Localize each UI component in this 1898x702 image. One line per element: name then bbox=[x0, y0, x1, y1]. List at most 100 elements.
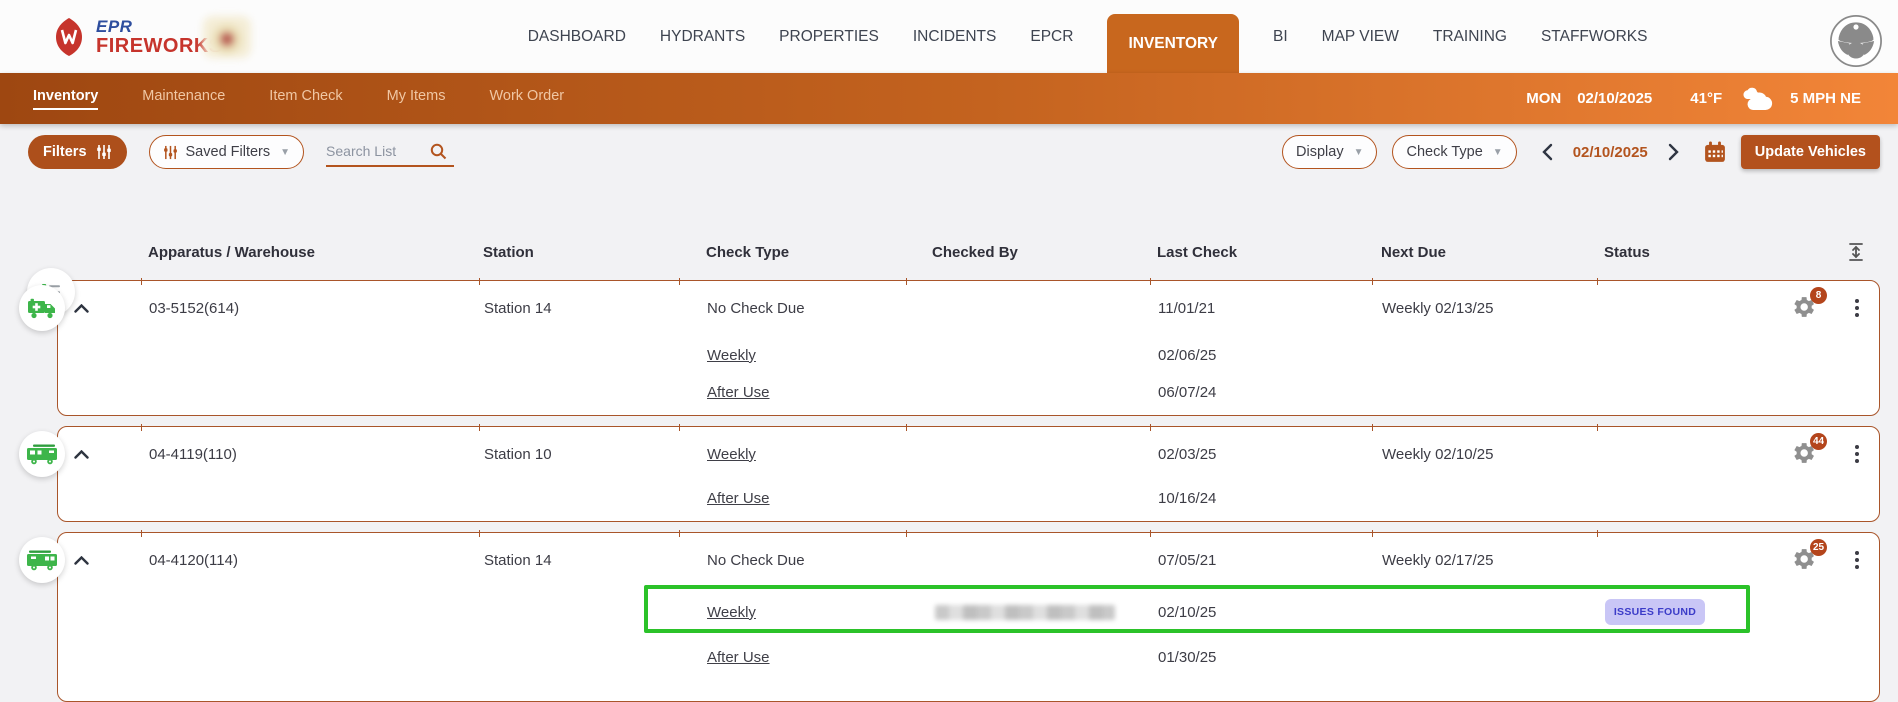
header-apparatus: Apparatus / Warehouse bbox=[140, 244, 478, 261]
update-vehicles-button[interactable]: Update Vehicles bbox=[1741, 135, 1880, 169]
list-toolbar: Filters Saved Filters ▼ Display ▼ Check … bbox=[0, 124, 1898, 180]
issue-count-badge: 44 bbox=[1810, 433, 1827, 450]
check-type-dropdown[interactable]: Check Type ▼ bbox=[1392, 135, 1516, 169]
apparatus-table: Apparatus / Warehouse Station Check Type… bbox=[0, 224, 1898, 702]
row-menu-button[interactable] bbox=[1832, 441, 1881, 467]
table-row: 03-5152(614) Station 14 No Check Due 11/… bbox=[58, 281, 1879, 335]
search-input[interactable] bbox=[326, 143, 430, 159]
subnav-item-check[interactable]: Item Check bbox=[269, 88, 342, 110]
nav-incidents[interactable]: INCIDENTS bbox=[913, 28, 997, 46]
last-check-value: 06/07/24 bbox=[1150, 384, 1372, 401]
weather-wind: 5 MPH NE bbox=[1790, 90, 1861, 107]
checked-by-redacted bbox=[935, 605, 1115, 620]
next-due-value: Weekly 02/10/25 bbox=[1372, 446, 1597, 463]
ambulance-icon bbox=[19, 285, 65, 331]
apparatus-card-2: 04-4119(110) Station 10 Weekly 02/03/25 … bbox=[57, 426, 1880, 522]
last-check-value: 01/30/25 bbox=[1150, 649, 1372, 666]
header-last-check: Last Check bbox=[1149, 244, 1371, 261]
issues-found-badge[interactable]: ISSUES FOUND bbox=[1605, 599, 1705, 625]
calendar-icon[interactable] bbox=[1704, 141, 1726, 163]
sliders-icon bbox=[96, 144, 112, 160]
weather-strip: MON 02/10/2025 41°F 5 MPH NE bbox=[1526, 87, 1861, 111]
firefighter-avatar-icon[interactable] bbox=[1828, 13, 1884, 69]
next-due-value: Weekly 02/17/25 bbox=[1372, 552, 1597, 569]
cloud-icon bbox=[1738, 87, 1774, 111]
table-row: 04-4119(110) Station 10 Weekly 02/03/25 … bbox=[58, 427, 1879, 481]
gear-icon[interactable]: 44 bbox=[1789, 439, 1819, 469]
header-next-due: Next Due bbox=[1371, 244, 1596, 261]
app-logo[interactable]: EPR FIREWORKS bbox=[52, 17, 223, 57]
table-subrow-highlighted: Weekly 02/10/25 ISSUES FOUND bbox=[58, 587, 1879, 637]
check-type-label: Check Type bbox=[1406, 144, 1482, 160]
nav-inventory-active[interactable]: INVENTORY bbox=[1107, 14, 1239, 73]
station-name: Station 10 bbox=[479, 446, 679, 463]
check-type-link[interactable]: Weekly bbox=[707, 446, 756, 463]
station-name: Station 14 bbox=[479, 300, 679, 317]
station-name: Station 14 bbox=[479, 552, 679, 569]
check-type-value: No Check Due bbox=[679, 300, 906, 317]
nav-bi[interactable]: BI bbox=[1273, 28, 1288, 46]
weather-date: 02/10/2025 bbox=[1577, 90, 1652, 107]
issue-count-badge: 25 bbox=[1810, 539, 1827, 556]
filters-button-label: Filters bbox=[43, 144, 87, 160]
filters-button[interactable]: Filters bbox=[28, 135, 127, 169]
header-check-type: Check Type bbox=[678, 244, 905, 261]
apparatus-name[interactable]: 04-4119(110) bbox=[141, 446, 479, 463]
apparatus-name[interactable]: 04-4120(114) bbox=[141, 552, 479, 569]
display-label: Display bbox=[1296, 144, 1344, 160]
table-row: 04-4120(114) Station 14 No Check Due 07/… bbox=[58, 533, 1879, 587]
last-check-value: 02/10/25 bbox=[1150, 604, 1372, 621]
inventory-sub-nav: Inventory Maintenance Item Check My Item… bbox=[0, 73, 1898, 124]
check-type-link[interactable]: Weekly bbox=[707, 347, 756, 364]
search-list-box bbox=[326, 137, 454, 167]
nav-training[interactable]: TRAINING bbox=[1433, 28, 1507, 46]
chevron-down-icon: ▼ bbox=[280, 147, 290, 158]
nav-properties[interactable]: PROPERTIES bbox=[779, 28, 879, 46]
row-menu-button[interactable] bbox=[1832, 295, 1881, 321]
apparatus-card-1: 03-5152(614) Station 14 No Check Due 11/… bbox=[57, 280, 1880, 416]
nav-hydrants[interactable]: HYDRANTS bbox=[660, 28, 745, 46]
table-header-row: Apparatus / Warehouse Station Check Type… bbox=[57, 224, 1880, 280]
nav-epcr[interactable]: EPCR bbox=[1030, 28, 1073, 46]
subnav-inventory[interactable]: Inventory bbox=[33, 88, 98, 110]
table-subrow: After Use 06/07/24 bbox=[58, 375, 1879, 415]
collapse-caret[interactable] bbox=[58, 450, 141, 459]
last-check-value: 10/16/24 bbox=[1150, 490, 1372, 507]
fire-truck-icon bbox=[19, 537, 65, 583]
gear-icon[interactable]: 8 bbox=[1789, 293, 1819, 323]
gear-icon[interactable]: 25 bbox=[1789, 545, 1819, 575]
header-checked-by: Checked By bbox=[905, 244, 1149, 261]
previous-day-chevron[interactable] bbox=[1542, 143, 1553, 161]
expand-rows-icon[interactable] bbox=[1831, 242, 1880, 262]
selected-date[interactable]: 02/10/2025 bbox=[1573, 144, 1648, 161]
check-type-link[interactable]: After Use bbox=[707, 649, 770, 666]
subnav-work-order[interactable]: Work Order bbox=[489, 88, 564, 110]
subnav-maintenance[interactable]: Maintenance bbox=[142, 88, 225, 110]
top-bar: EPR FIREWORKS DASHBOARD HYDRANTS PROPERT… bbox=[0, 0, 1898, 73]
nav-dashboard[interactable]: DASHBOARD bbox=[528, 28, 626, 46]
display-dropdown[interactable]: Display ▼ bbox=[1282, 135, 1377, 169]
apparatus-card-3: 04-4120(114) Station 14 No Check Due 07/… bbox=[57, 532, 1880, 702]
next-day-chevron[interactable] bbox=[1668, 143, 1679, 161]
chevron-down-icon: ▼ bbox=[1354, 147, 1364, 158]
nav-map-view[interactable]: MAP VIEW bbox=[1322, 28, 1399, 46]
saved-filters-dropdown[interactable]: Saved Filters ▼ bbox=[149, 135, 305, 169]
last-check-value: 02/03/25 bbox=[1150, 446, 1372, 463]
department-patch-image bbox=[203, 16, 251, 58]
check-type-link[interactable]: After Use bbox=[707, 384, 770, 401]
collapse-caret[interactable] bbox=[58, 556, 141, 565]
row-menu-button[interactable] bbox=[1832, 547, 1881, 573]
header-station: Station bbox=[478, 244, 678, 261]
last-check-value: 11/01/21 bbox=[1150, 300, 1372, 317]
nav-staffworks[interactable]: STAFFWORKS bbox=[1541, 28, 1648, 46]
saved-filters-label: Saved Filters bbox=[186, 144, 271, 160]
check-type-link[interactable]: After Use bbox=[707, 490, 770, 507]
last-check-value: 07/05/21 bbox=[1150, 552, 1372, 569]
main-navigation: DASHBOARD HYDRANTS PROPERTIES INCIDENTS … bbox=[528, 0, 1648, 73]
check-type-value: No Check Due bbox=[679, 552, 906, 569]
check-type-link[interactable]: Weekly bbox=[707, 604, 756, 621]
apparatus-name[interactable]: 03-5152(614) bbox=[141, 300, 479, 317]
subnav-my-items[interactable]: My Items bbox=[387, 88, 446, 110]
search-icon[interactable] bbox=[430, 143, 447, 160]
weather-temp: 41°F bbox=[1690, 90, 1722, 107]
